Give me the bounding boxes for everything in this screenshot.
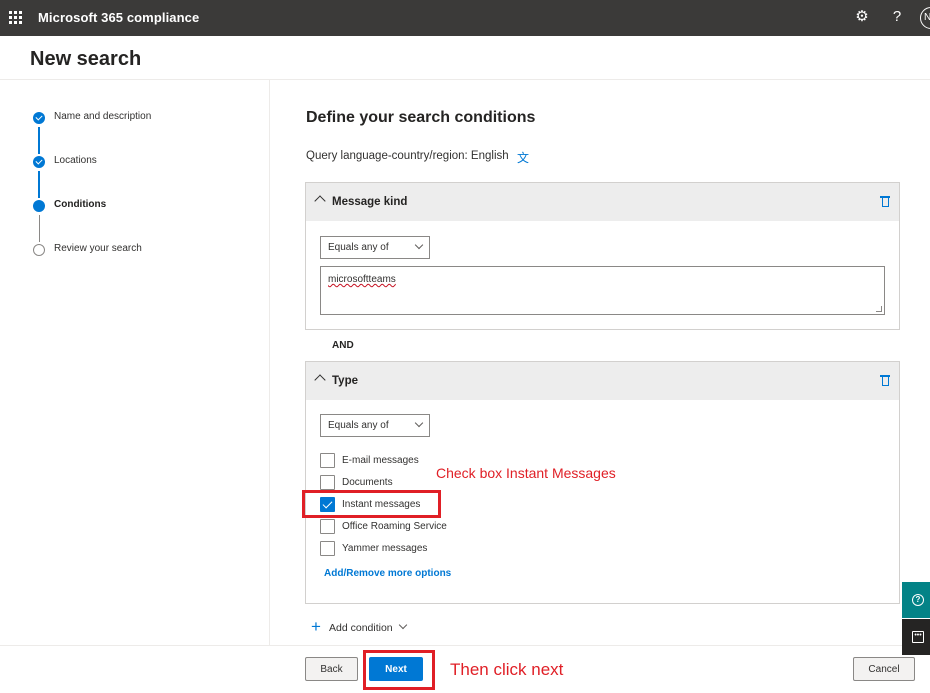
chevron-down-icon bbox=[414, 240, 424, 250]
question-icon: ? bbox=[912, 594, 924, 606]
checkbox-label[interactable]: Office Roaming Service bbox=[342, 521, 447, 532]
header-divider bbox=[0, 79, 930, 80]
step-label: Locations bbox=[54, 155, 97, 166]
resize-handle-icon[interactable] bbox=[876, 306, 882, 312]
feedback-fab[interactable]: ••• bbox=[902, 619, 930, 655]
language-icon[interactable]: 文 bbox=[517, 149, 531, 165]
help-icon[interactable]: ? bbox=[888, 8, 906, 26]
plus-icon: + bbox=[311, 617, 321, 636]
condition-header[interactable]: Message kind bbox=[306, 183, 899, 221]
checkbox-documents[interactable] bbox=[320, 475, 335, 490]
condition-title: Type bbox=[332, 375, 358, 387]
annotation-checkbox-hint: Check box Instant Messages bbox=[436, 465, 616, 481]
query-language-text: Query language-country/region: English bbox=[306, 150, 509, 162]
checkbox-email-messages[interactable] bbox=[320, 453, 335, 468]
help-fab[interactable]: ? bbox=[902, 582, 930, 618]
chevron-down-icon bbox=[414, 418, 424, 428]
checkbox-label[interactable]: E-mail messages bbox=[342, 455, 419, 466]
trash-icon[interactable] bbox=[880, 195, 890, 208]
checkmark-icon bbox=[33, 112, 45, 124]
stepper-rail bbox=[39, 215, 40, 242]
stepper-rail bbox=[38, 171, 40, 198]
annotation-box-checkbox bbox=[302, 490, 441, 518]
add-remove-options-link[interactable]: Add/Remove more options bbox=[324, 568, 451, 579]
top-bar: Microsoft 365 compliance ⚙ ? N bbox=[0, 0, 930, 36]
gear-icon[interactable]: ⚙ bbox=[853, 8, 871, 26]
page-title: New search bbox=[30, 48, 142, 70]
trash-icon[interactable] bbox=[880, 374, 890, 387]
annotation-next-hint: Then click next bbox=[450, 660, 564, 679]
checkbox-label[interactable]: Yammer messages bbox=[342, 543, 427, 554]
feedback-icon: ••• bbox=[912, 631, 924, 643]
step-label: Conditions bbox=[54, 199, 107, 210]
dropdown-value: Equals any of bbox=[328, 242, 389, 253]
current-step-icon bbox=[33, 200, 45, 212]
checkbox-label[interactable]: Documents bbox=[342, 477, 393, 488]
cancel-button[interactable]: Cancel bbox=[853, 657, 915, 681]
annotation-box-next bbox=[363, 650, 435, 690]
dropdown-value: Equals any of bbox=[328, 420, 389, 431]
condition-header[interactable]: Type bbox=[306, 362, 899, 400]
condition-joiner: AND bbox=[332, 340, 354, 351]
app-title[interactable]: Microsoft 365 compliance bbox=[38, 10, 199, 25]
pending-step-icon bbox=[33, 244, 45, 256]
avatar[interactable]: N bbox=[920, 7, 930, 29]
section-heading: Define your search conditions bbox=[306, 109, 536, 126]
stepper-rail bbox=[38, 127, 40, 154]
checkbox-office-roaming-service[interactable] bbox=[320, 519, 335, 534]
stepper-divider bbox=[269, 80, 270, 645]
chevron-up-icon[interactable] bbox=[314, 374, 326, 386]
add-condition-label: Add condition bbox=[329, 622, 393, 634]
message-kind-input[interactable]: microsoftteams bbox=[320, 266, 885, 315]
checkbox-yammer-messages[interactable] bbox=[320, 541, 335, 556]
checkmark-icon bbox=[33, 156, 45, 168]
step-label: Review your search bbox=[54, 243, 142, 254]
condition-title: Message kind bbox=[332, 196, 408, 208]
back-button[interactable]: Back bbox=[305, 657, 358, 681]
chevron-up-icon[interactable] bbox=[314, 195, 326, 207]
operator-dropdown[interactable]: Equals any of bbox=[320, 236, 430, 259]
input-value: microsoftteams bbox=[328, 274, 396, 285]
footer-divider bbox=[0, 645, 930, 646]
app-launcher-icon[interactable] bbox=[9, 11, 23, 25]
operator-dropdown[interactable]: Equals any of bbox=[320, 414, 430, 437]
chevron-down-icon bbox=[398, 620, 408, 630]
step-label: Name and description bbox=[54, 111, 152, 122]
